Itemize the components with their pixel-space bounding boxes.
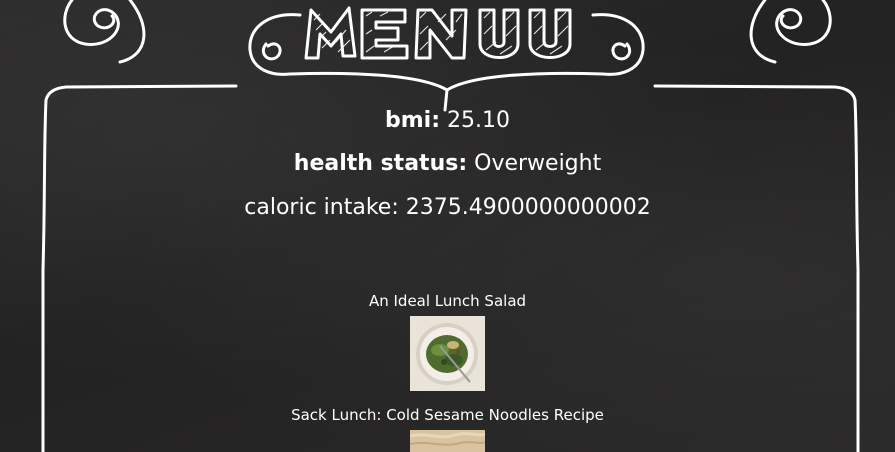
- bmi-value: 25.10: [447, 108, 510, 133]
- banner-right-spiral: [611, 42, 632, 61]
- noodles-photo-icon[interactable]: [410, 430, 485, 452]
- banner-center-drop: [443, 88, 449, 112]
- left-scroll-flourish: [63, 0, 120, 46]
- health-status-label: health status:: [293, 151, 468, 176]
- recipe-title-link[interactable]: An Ideal Lunch Salad: [0, 292, 895, 310]
- right-scroll-flourish: [775, 0, 832, 46]
- salad-photo-icon[interactable]: [410, 316, 485, 391]
- frame-right-border: [653, 84, 860, 452]
- noodles-image: [410, 430, 485, 452]
- recipe-title-link[interactable]: Sack Lunch: Cold Sesame Noodles Recipe: [0, 406, 895, 424]
- banner-left-spiral: [261, 42, 282, 61]
- bmi-row: bmi: 25.10: [0, 108, 895, 134]
- caloric-intake-value: 2375.4900000000002: [405, 195, 651, 220]
- caloric-intake-row: caloric intake: 2375.4900000000002: [0, 195, 895, 221]
- health-status-row: health status: Overweight: [0, 151, 895, 177]
- right-scroll-tail: [749, 0, 777, 64]
- health-status-value: Overweight: [474, 151, 602, 176]
- bmi-label: bmi:: [385, 108, 441, 133]
- caloric-intake-label: caloric intake:: [244, 195, 399, 220]
- menu-title-lettering: [304, 6, 572, 60]
- left-scroll-tail: [118, 0, 146, 64]
- salad-image: [410, 316, 485, 391]
- frame-left-border: [41, 84, 238, 452]
